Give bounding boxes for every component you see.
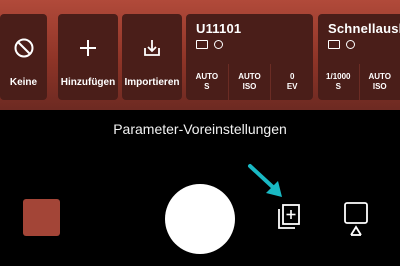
ev-setting: 0 EV	[270, 64, 313, 100]
none-circle-icon	[12, 36, 36, 60]
lens-icon	[346, 40, 355, 49]
preset-title: U11101	[196, 21, 242, 36]
iso-setting: AUTO ISO	[227, 64, 271, 100]
preset-panel: Keine Hinzufügen Importieren U11101 AUTO…	[0, 0, 400, 110]
lens-icon	[214, 40, 223, 49]
import-icon	[140, 36, 164, 60]
none-label: Keine	[9, 77, 38, 88]
none-button[interactable]: Keine	[0, 14, 47, 100]
camera-mode-button[interactable]	[343, 201, 369, 237]
shutter-setting: AUTO S	[195, 72, 219, 91]
import-button[interactable]: Importieren	[122, 14, 182, 100]
panel-caption: Parameter-Voreinstellungen	[113, 121, 287, 137]
gallery-thumbnail[interactable]	[23, 199, 60, 236]
shutter-setting: 1/1000 S	[326, 72, 351, 91]
shutter-button[interactable]	[165, 184, 235, 254]
portrait-mode-icon	[344, 202, 368, 236]
preset-card[interactable]: U11101 AUTO S AUTO ISO 0 EV	[186, 14, 313, 100]
preset-title: Schnellauslö	[328, 21, 400, 36]
keyboard-icon	[196, 40, 208, 49]
presets-button[interactable]	[276, 202, 302, 232]
preset-card[interactable]: Schnellauslö 1/1000S AUTOISO	[318, 14, 400, 100]
layers-plus-icon	[278, 204, 300, 229]
add-label: Hinzufügen	[60, 77, 116, 88]
keyboard-icon	[328, 40, 340, 49]
iso-setting: AUTO ISO	[358, 64, 400, 100]
import-label: Importieren	[124, 77, 180, 88]
highlight-arrow-icon	[248, 164, 282, 197]
plus-icon	[76, 36, 100, 60]
add-button[interactable]: Hinzufügen	[58, 14, 118, 100]
